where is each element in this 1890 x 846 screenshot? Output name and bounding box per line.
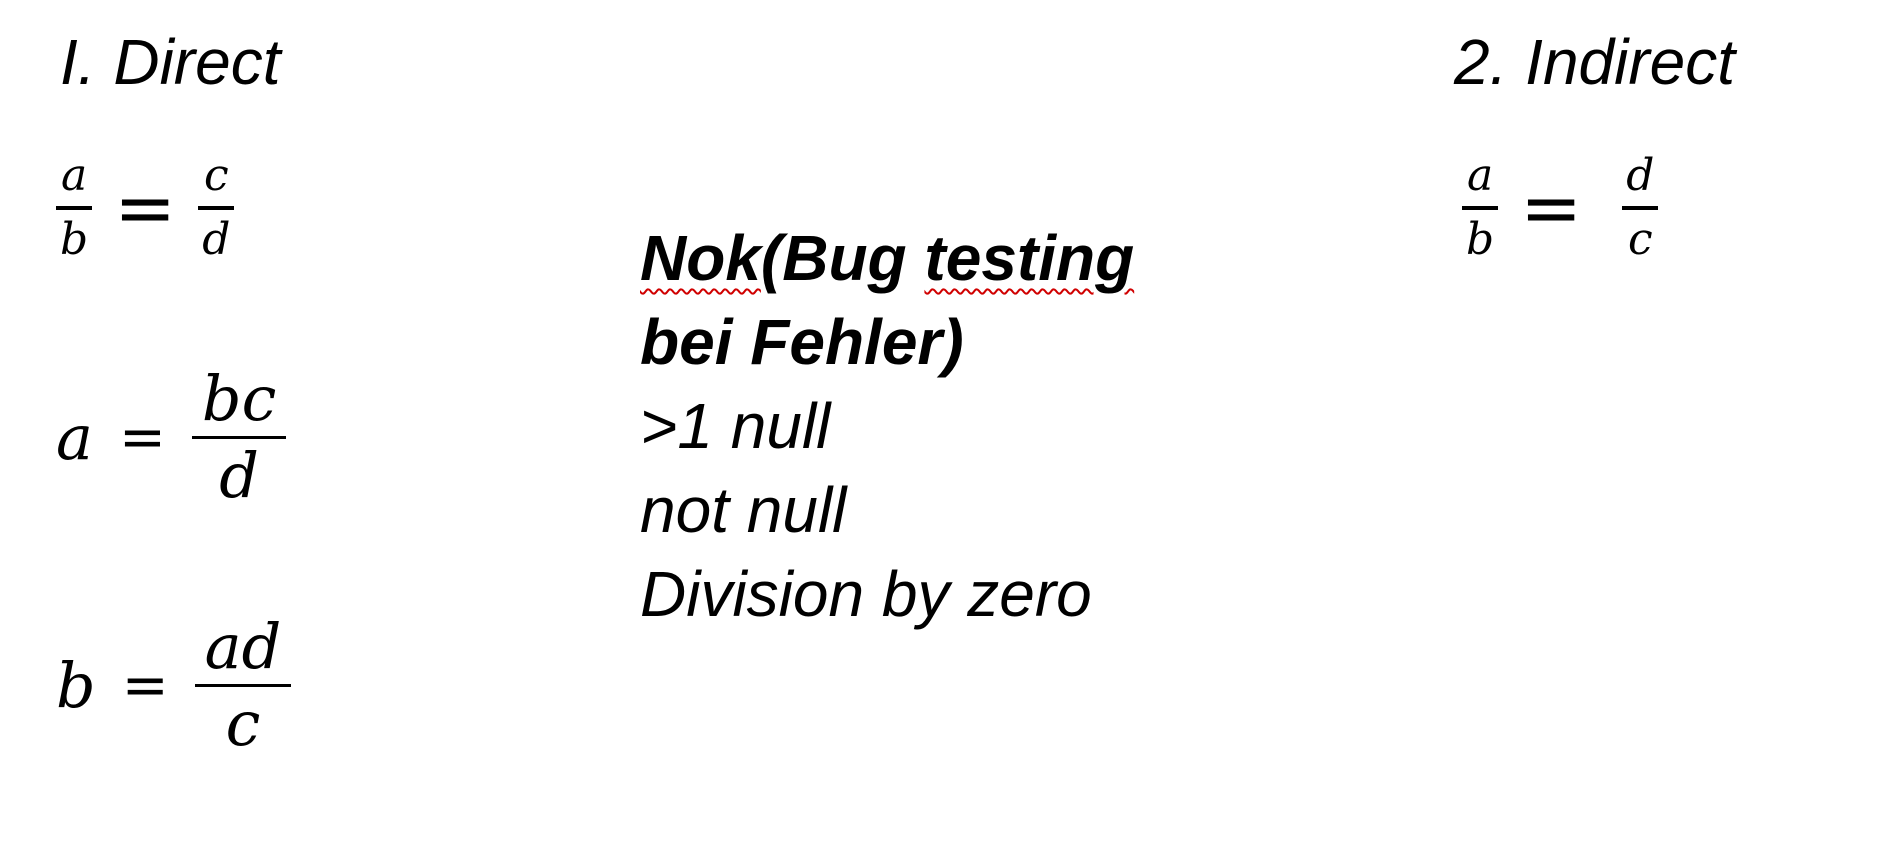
note-line-1: Nok(Bug testing (640, 216, 1134, 300)
equals-sign: = (121, 653, 169, 718)
numerator: bc (201, 362, 277, 435)
equation-lhs: a (56, 401, 93, 474)
fraction-bar (1462, 206, 1499, 210)
fraction-d-over-c: d c (1622, 150, 1659, 265)
denominator: d (202, 214, 231, 265)
denominator: d (219, 439, 259, 512)
fraction-bar (1622, 206, 1659, 210)
spellcheck-word-nok: Nok (640, 222, 761, 294)
spellcheck-word-testing: testing (924, 222, 1135, 294)
numerator: d (1626, 150, 1655, 201)
equals-sign: = (1520, 165, 1583, 251)
fraction-a-over-b: a b (56, 150, 93, 265)
equals-sign: = (118, 405, 166, 470)
numerator: a (60, 150, 88, 201)
fraction-bar (56, 206, 93, 210)
note-line-2: bei Fehler) (640, 306, 964, 378)
direct-equation-solve-a: a = bc d (56, 362, 287, 512)
numerator: c (203, 150, 229, 201)
denominator: b (60, 214, 89, 265)
equation-lhs: b (56, 649, 96, 722)
denominator: c (225, 687, 261, 760)
fraction-a-over-b: a b (1462, 150, 1499, 265)
note-line-3: >1 null (640, 390, 831, 462)
equals-sign: = (114, 165, 177, 251)
direct-equation-proportion: a b = c d (56, 150, 235, 265)
fraction-bc-over-d: bc d (191, 362, 287, 512)
denominator: c (1627, 214, 1653, 265)
bug-testing-note: Nok(Bug testing bei Fehler) >1 null not … (640, 216, 1134, 636)
note-line-4: not null (640, 474, 847, 546)
fraction-ad-over-c: ad c (194, 610, 292, 760)
indirect-heading: 2. Indirect (1454, 26, 1736, 98)
fraction-bar (198, 206, 235, 210)
numerator: ad (204, 610, 282, 683)
fraction-c-over-d: c d (198, 150, 235, 265)
indirect-equation-proportion: a b = d c (1462, 150, 1659, 265)
direct-heading: I. Direct (60, 26, 281, 98)
denominator: b (1466, 214, 1495, 265)
note-line-5: Division by zero (640, 558, 1092, 630)
note-line-1-middle: (Bug (760, 222, 925, 294)
numerator: a (1466, 150, 1494, 201)
direct-equation-solve-b: b = ad c (56, 610, 292, 760)
